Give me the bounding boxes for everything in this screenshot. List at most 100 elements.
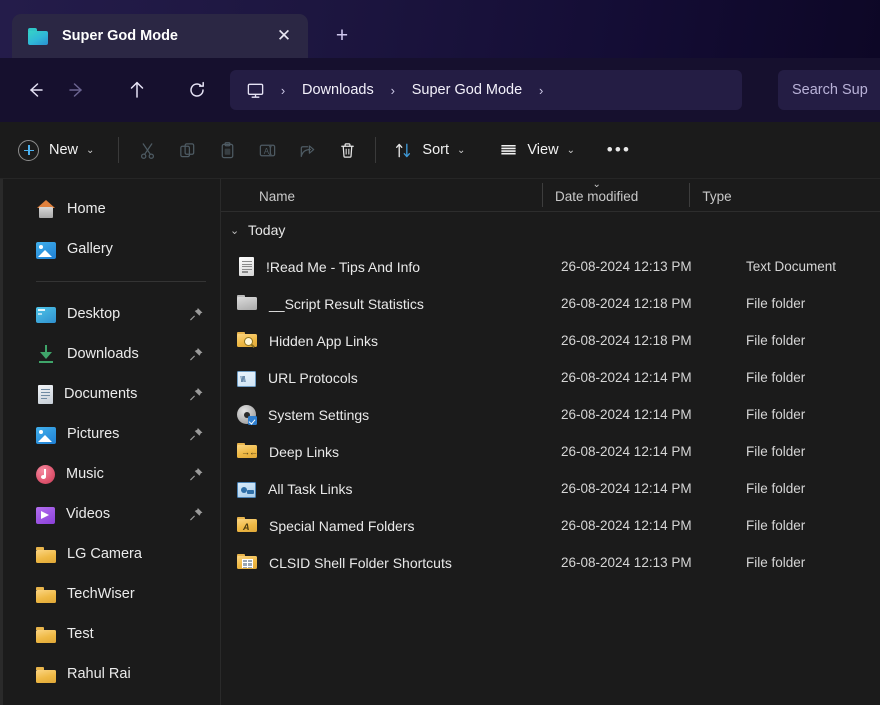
column-header-date-modified[interactable]: ⌄ Date modified xyxy=(542,179,639,211)
sidebar-item-pictures[interactable]: Pictures xyxy=(6,414,214,454)
column-header-label: Date modified xyxy=(555,189,639,204)
back-arrow-icon[interactable] xyxy=(16,71,54,109)
folder-icon xyxy=(36,547,56,563)
table-row[interactable]: Hidden App Links 26-08-2024 12:18 PM Fil… xyxy=(225,322,876,359)
share-icon xyxy=(287,132,327,168)
address-bar: › Downloads › Super God Mode › Search Su… xyxy=(0,58,880,122)
sidebar-item-label: LG Camera xyxy=(67,546,142,562)
file-name-label: System Settings xyxy=(268,406,370,423)
file-type-cell: File folder xyxy=(746,555,806,570)
forward-arrow-icon xyxy=(58,71,96,109)
view-button[interactable]: View ⌄ xyxy=(489,132,585,168)
music-icon xyxy=(36,464,55,484)
breadcrumb[interactable]: › Downloads › Super God Mode › xyxy=(230,70,742,110)
svg-text:A: A xyxy=(264,146,270,155)
file-name-cell: System Settings xyxy=(237,405,561,425)
file-type-cell: File folder xyxy=(746,444,806,459)
sidebar-item-label: Home xyxy=(67,201,106,217)
sidebar-item-gallery[interactable]: Gallery xyxy=(6,229,214,269)
sidebar-item-label: Gallery xyxy=(67,241,113,257)
this-pc-icon[interactable] xyxy=(240,81,270,100)
toolbar-divider xyxy=(375,137,377,163)
table-row[interactable]: A Special Named Folders 26-08-2024 12:14… xyxy=(225,507,876,544)
file-name-label: !Read Me - Tips And Info xyxy=(266,258,421,275)
column-headers: Name ⌄ Date modified Type xyxy=(221,179,880,212)
file-list-pane: Name ⌄ Date modified Type ⌄ Today !Read xyxy=(221,179,880,705)
file-name-label: Deep Links xyxy=(269,443,340,460)
file-date-cell: 26-08-2024 12:18 PM xyxy=(561,333,692,348)
table-row[interactable]: CLSID Shell Folder Shortcuts 26-08-2024 … xyxy=(225,544,876,581)
breadcrumb-separator: › xyxy=(390,82,395,98)
refresh-icon[interactable] xyxy=(178,71,216,109)
file-date-cell: 26-08-2024 12:13 PM xyxy=(561,259,692,274)
column-divider[interactable] xyxy=(689,183,691,207)
file-type-cell: File folder xyxy=(746,518,806,533)
sidebar-item-desktop[interactable]: Desktop xyxy=(6,294,214,334)
home-icon xyxy=(36,199,56,219)
close-icon[interactable]: ✕ xyxy=(268,20,300,52)
text-file-icon xyxy=(239,257,254,276)
cut-icon xyxy=(127,132,167,168)
sidebar-item-label: Documents xyxy=(64,386,138,402)
table-row[interactable]: →← Deep Links 26-08-2024 12:14 PM File f… xyxy=(225,433,876,470)
file-name-label: Hidden App Links xyxy=(269,332,378,349)
new-button[interactable]: New ⌄ xyxy=(12,132,104,168)
breadcrumb-separator[interactable]: › xyxy=(528,83,554,98)
group-header-today[interactable]: ⌄ Today xyxy=(221,212,880,248)
table-row[interactable]: All Task Links 26-08-2024 12:14 PM File … xyxy=(225,470,876,507)
search-input[interactable]: Search Sup xyxy=(778,70,880,110)
sidebar-item-test[interactable]: Test xyxy=(6,614,214,654)
main-body: Home Gallery Desktop Downloads Documents… xyxy=(0,179,880,705)
table-row[interactable]: System Settings 26-08-2024 12:14 PM File… xyxy=(225,396,876,433)
column-header-name[interactable]: Name xyxy=(259,189,295,211)
breadcrumb-item-downloads[interactable]: Downloads xyxy=(296,79,380,101)
pin-icon xyxy=(189,307,204,322)
sidebar-item-label: Videos xyxy=(66,506,111,522)
up-arrow-icon[interactable] xyxy=(118,71,156,109)
sidebar-item-downloads[interactable]: Downloads xyxy=(6,334,214,374)
sort-button[interactable]: Sort ⌄ xyxy=(384,132,475,168)
task-links-icon xyxy=(237,481,256,498)
delete-icon[interactable] xyxy=(327,132,367,168)
chevron-down-icon[interactable]: ⌄ xyxy=(230,224,248,237)
sidebar-item-label: Music xyxy=(66,466,104,482)
sidebar-item-label: Desktop xyxy=(67,306,121,322)
sidebar-item-label: Rahul Rai xyxy=(67,666,131,682)
sidebar-item-techwiser[interactable]: TechWiser xyxy=(6,574,214,614)
browser-tab-super-god-mode[interactable]: Super God Mode ✕ xyxy=(12,14,308,58)
file-date-cell: 26-08-2024 12:18 PM xyxy=(561,296,692,311)
chevron-down-icon: ⌄ xyxy=(86,144,95,156)
breadcrumb-item-super-god-mode[interactable]: Super God Mode xyxy=(406,79,528,101)
sidebar-item-lg-camera[interactable]: LG Camera xyxy=(6,534,214,574)
file-name-label: __Script Result Statistics xyxy=(269,295,424,312)
column-header-type[interactable]: Type xyxy=(689,183,732,211)
command-bar: New ⌄ A Sort ⌄ View ⌄ ••• xyxy=(0,122,880,179)
new-tab-button[interactable]: + xyxy=(324,18,360,54)
file-type-cell: Text Document xyxy=(746,259,837,274)
sidebar-item-music[interactable]: Music xyxy=(6,454,214,494)
sidebar-item-videos[interactable]: Videos xyxy=(6,494,214,534)
file-type-cell: File folder xyxy=(746,481,806,496)
sidebar-item-rahul-rai[interactable]: Rahul Rai xyxy=(6,654,214,694)
sidebar-item-home[interactable]: Home xyxy=(6,189,214,229)
sidebar-item-label: Pictures xyxy=(67,426,120,442)
folder-letter-a-icon: A xyxy=(237,516,257,536)
column-divider[interactable] xyxy=(542,183,544,207)
gear-settings-icon xyxy=(237,405,257,425)
sidebar-item-documents[interactable]: Documents xyxy=(6,374,214,414)
table-row[interactable]: \\\\ URL Protocols 26-08-2024 12:14 PM F… xyxy=(225,359,876,396)
table-row[interactable]: __Script Result Statistics 26-08-2024 12… xyxy=(225,285,876,322)
breadcrumb-separator: › xyxy=(280,82,286,98)
table-row[interactable]: !Read Me - Tips And Info 26-08-2024 12:1… xyxy=(225,248,876,285)
folder-search-icon xyxy=(237,331,257,351)
sidebar-item-label: TechWiser xyxy=(67,586,135,602)
file-name-cell: Hidden App Links xyxy=(237,331,561,351)
more-options-button[interactable]: ••• xyxy=(599,132,639,168)
file-date-cell: 26-08-2024 12:14 PM xyxy=(561,407,692,422)
copy-icon xyxy=(167,132,207,168)
file-name-cell: \\\\ URL Protocols xyxy=(237,369,561,387)
url-folder-icon: \\\\ xyxy=(237,370,256,387)
sidebar-scrollbar[interactable] xyxy=(0,179,3,705)
file-date-cell: 26-08-2024 12:14 PM xyxy=(561,370,692,385)
folder-icon xyxy=(28,27,48,45)
